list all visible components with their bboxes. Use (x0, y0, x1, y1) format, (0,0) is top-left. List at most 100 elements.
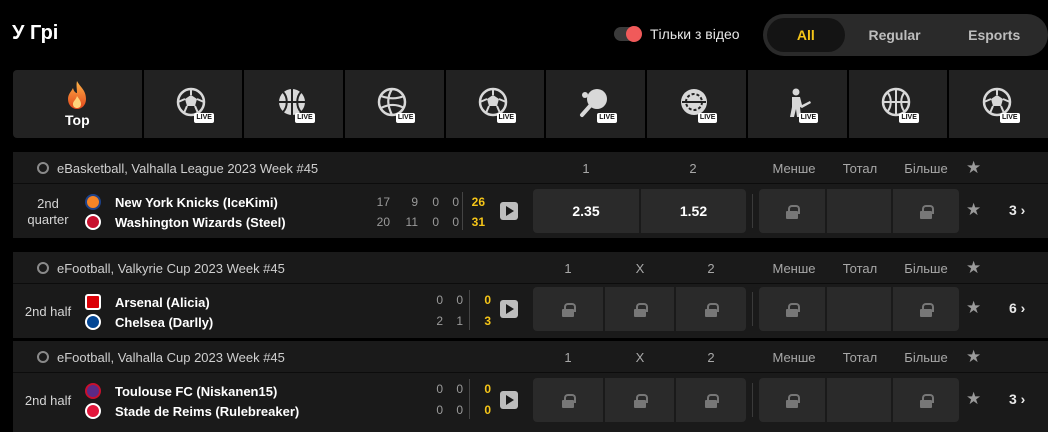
odd-over-button[interactable] (893, 189, 959, 233)
live-badge: LIVE (395, 113, 416, 123)
match-row[interactable]: 2nd half Toulouse FC (Niskanen15) Stade … (13, 373, 1048, 429)
match-period: 2nd half (24, 393, 72, 408)
league-header: eFootball, Valhalla Cup 2023 Week #45 1 … (13, 341, 1048, 373)
sport-tile-counter-strike[interactable]: LIVE (747, 70, 847, 138)
filter-esports-button[interactable]: Esports (944, 18, 1044, 52)
star-icon[interactable]: ★ (966, 258, 981, 278)
team-away: Stade de Reims (Rulebreaker) (115, 404, 300, 419)
match-row[interactable]: 2nd quarter New York Knicks (IceKimi) Was… (13, 184, 1048, 238)
match-block: eFootball, Valhalla Cup 2023 Week #45 1 … (13, 341, 1048, 432)
divider (752, 194, 753, 228)
odd-button-x[interactable] (605, 378, 674, 422)
odd-button-2[interactable] (676, 287, 746, 331)
score-divider (462, 192, 463, 230)
favorite-star-icon[interactable]: ★ (966, 200, 981, 220)
play-video-icon[interactable] (500, 391, 518, 409)
sport-tile-evolleyball[interactable]: LIVE (345, 70, 444, 138)
sport-tile-esoccer[interactable]: LIVE (143, 70, 243, 138)
total-score: 31 (471, 215, 485, 229)
toggle-switch[interactable] (614, 26, 642, 42)
odd-button-1[interactable]: 2.35 (533, 189, 639, 233)
divider (752, 292, 753, 326)
sport-tile-label: Top (65, 112, 90, 128)
sport-tile-esoccer-2[interactable]: LIVE (445, 70, 545, 138)
match-row[interactable]: 2nd half Arsenal (Alicia) Chelsea (Darll… (13, 284, 1048, 338)
period-score: 17 (376, 195, 390, 209)
sport-tile-ebasketball[interactable]: LIVE (244, 70, 344, 138)
total-score: 0 (484, 403, 491, 417)
sport-tile-top[interactable]: Top (13, 70, 142, 138)
period-score: 9 (411, 195, 418, 209)
lock-icon (786, 302, 800, 317)
col-header-total: Тотал (842, 261, 878, 276)
total-value (827, 189, 891, 233)
col-header-over: Більше (904, 161, 948, 176)
col-header-1: 1 (564, 261, 572, 276)
team-away: Washington Wizards (Steel) (115, 215, 286, 230)
odd-under-button[interactable] (759, 189, 825, 233)
lock-icon (633, 302, 648, 317)
col-header-2: 2 (689, 161, 697, 176)
sport-tile-ebasketball-2[interactable]: LIVE (848, 70, 948, 138)
star-icon[interactable]: ★ (966, 347, 981, 367)
soccer-icon (37, 262, 49, 274)
sports-strip: Top LIVE LIVE LIVE LIVE LIVE LIVE LIVE L… (13, 70, 1048, 138)
odd-button-1[interactable] (533, 378, 603, 422)
basketball-icon (37, 162, 49, 174)
league-header: eBasketball, Valhalla League 2023 Week #… (13, 152, 1048, 184)
esoccer-icon: LIVE (478, 87, 517, 123)
col-header-under: Менше (772, 261, 816, 276)
play-video-icon[interactable] (500, 202, 518, 220)
video-only-toggle[interactable]: Тільки з відео (614, 26, 740, 42)
period-score: 0 (456, 382, 463, 396)
filter-regular-button[interactable]: Regular (845, 18, 945, 52)
match-block: eBasketball, Valhalla League 2023 Week #… (13, 152, 1048, 238)
period-score: 11 (405, 215, 418, 229)
odd-under-button[interactable] (759, 378, 825, 422)
ebasketball-icon: LIVE (881, 87, 919, 123)
live-badge: LIVE (1000, 113, 1020, 123)
period-score: 0 (436, 293, 443, 307)
more-markets-link[interactable]: 6 › (1009, 300, 1025, 316)
sport-tile-table-tennis[interactable]: LIVE (546, 70, 646, 138)
star-icon[interactable]: ★ (966, 158, 981, 178)
col-header-over: Більше (904, 350, 948, 365)
lock-icon (786, 204, 800, 219)
odd-button-1[interactable] (533, 287, 603, 331)
play-video-icon[interactable] (500, 300, 518, 318)
favorite-star-icon[interactable]: ★ (966, 389, 981, 409)
soldier-icon: LIVE (780, 87, 819, 123)
match-block: eFootball, Valkyrie Cup 2023 Week #45 1 … (13, 252, 1048, 338)
sport-tile-esoccer-3[interactable]: LIVE (949, 70, 1048, 138)
lock-icon (562, 302, 576, 317)
ebasketball-icon: LIVE (277, 87, 315, 123)
odd-button-x[interactable] (605, 287, 674, 331)
total-value (827, 287, 891, 331)
more-markets-link[interactable]: 3 › (1009, 202, 1025, 218)
col-header-1: 1 (564, 350, 572, 365)
team-logo-icon (85, 383, 101, 399)
col-header-over: Більше (904, 261, 948, 276)
score-divider (469, 379, 470, 419)
odd-over-button[interactable] (893, 287, 959, 331)
live-badge: LIVE (697, 113, 718, 123)
esoccer-icon: LIVE (982, 87, 1020, 123)
more-markets-link[interactable]: 3 › (1009, 391, 1025, 407)
live-badge: LIVE (295, 113, 315, 123)
filter-all-button[interactable]: All (767, 18, 845, 52)
period-score: 0 (452, 215, 459, 229)
live-badge: LIVE (899, 113, 919, 123)
live-badge: LIVE (798, 113, 819, 123)
odd-under-button[interactable] (759, 287, 825, 331)
live-badge: LIVE (496, 113, 517, 123)
total-score: 3 (484, 314, 491, 328)
team-home: New York Knicks (IceKimi) (115, 195, 278, 210)
lock-icon (633, 393, 648, 408)
odd-button-2[interactable]: 1.52 (641, 189, 746, 233)
sport-tile-ehockey[interactable]: LIVE (647, 70, 746, 138)
odd-button-2[interactable] (676, 378, 746, 422)
favorite-star-icon[interactable]: ★ (966, 298, 981, 318)
col-header-1: 1 (582, 161, 590, 176)
odd-over-button[interactable] (893, 378, 959, 422)
league-name: eFootball, Valkyrie Cup 2023 Week #45 (57, 261, 285, 276)
